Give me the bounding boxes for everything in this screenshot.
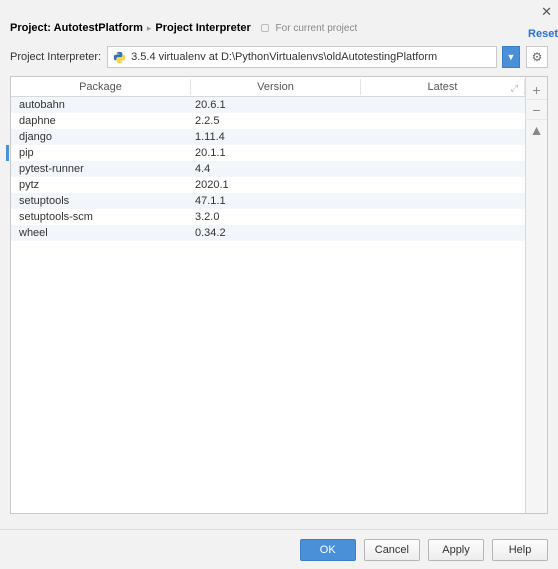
remove-package-button[interactable]: − xyxy=(527,100,547,120)
chevron-right-icon: ▸ xyxy=(147,23,152,34)
package-name: wheel xyxy=(11,227,191,239)
package-name: pytest-runner xyxy=(11,163,191,175)
package-version: 47.1.1 xyxy=(191,195,361,207)
upgrade-package-button[interactable]: ▲ xyxy=(527,120,547,140)
interpreter-select[interactable]: 3.5.4 virtualenv at D:\PythonVirtualenvs… xyxy=(107,46,497,68)
close-icon[interactable]: ✕ xyxy=(541,5,552,18)
interpreter-label: Project Interpreter: xyxy=(10,51,101,63)
package-version: 20.6.1 xyxy=(191,99,361,111)
selection-indicator xyxy=(6,145,9,161)
column-header-version[interactable]: Version xyxy=(191,79,361,95)
package-name: django xyxy=(11,131,191,143)
project-name: AutotestPlatform xyxy=(54,22,143,34)
table-row[interactable]: setuptools47.1.1 xyxy=(11,193,525,209)
column-header-package[interactable]: Package xyxy=(11,79,191,95)
ok-button[interactable]: OK xyxy=(300,539,356,561)
package-version: 0.34.2 xyxy=(191,227,361,239)
gear-icon: ⚙ xyxy=(532,50,543,64)
table-row[interactable]: autobahn20.6.1 xyxy=(11,97,525,113)
sort-arrow-icon: ⤢ xyxy=(511,83,518,94)
column-header-latest[interactable]: Latest ⤢ xyxy=(361,79,525,95)
chevron-down-icon: ▼ xyxy=(507,52,516,62)
reset-link[interactable]: Reset xyxy=(528,28,558,40)
table-row[interactable]: daphne2.2.5 xyxy=(11,113,525,129)
arrow-up-icon: ▲ xyxy=(530,122,544,138)
table-row[interactable]: pytz2020.1 xyxy=(11,177,525,193)
scope-icon xyxy=(261,24,269,32)
package-name: pip xyxy=(11,147,191,159)
package-version: 20.1.1 xyxy=(191,147,361,159)
for-current-project-label: For current project xyxy=(261,23,357,34)
python-icon xyxy=(112,50,126,64)
interpreter-value: 3.5.4 virtualenv at D:\PythonVirtualenvs… xyxy=(131,51,492,63)
package-name: autobahn xyxy=(11,99,191,111)
minus-icon: − xyxy=(532,102,540,118)
package-name: pytz xyxy=(11,179,191,191)
package-name: setuptools-scm xyxy=(11,211,191,223)
package-version: 3.2.0 xyxy=(191,211,361,223)
table-row[interactable]: setuptools-scm3.2.0 xyxy=(11,209,525,225)
project-label: Project: xyxy=(10,22,51,34)
table-row[interactable]: wheel0.34.2 xyxy=(11,225,525,241)
packages-table: Package Version Latest ⤢ autobahn20.6.1d… xyxy=(11,77,525,513)
table-row[interactable]: pytest-runner4.4 xyxy=(11,161,525,177)
help-button[interactable]: Help xyxy=(492,539,548,561)
cancel-button[interactable]: Cancel xyxy=(364,539,420,561)
settings-button[interactable]: ⚙ xyxy=(526,46,548,68)
package-name: daphne xyxy=(11,115,191,127)
table-row[interactable]: django1.11.4 xyxy=(11,129,525,145)
package-version: 4.4 xyxy=(191,163,361,175)
breadcrumb-current: Project Interpreter xyxy=(155,22,250,34)
package-version: 2020.1 xyxy=(191,179,361,191)
add-package-button[interactable]: + xyxy=(527,80,547,100)
apply-button[interactable]: Apply xyxy=(428,539,484,561)
package-version: 1.11.4 xyxy=(191,131,361,143)
interpreter-dropdown-button[interactable]: ▼ xyxy=(502,46,520,68)
plus-icon: + xyxy=(532,82,540,98)
package-version: 2.2.5 xyxy=(191,115,361,127)
table-row[interactable]: pip20.1.1 xyxy=(11,145,525,161)
package-name: setuptools xyxy=(11,195,191,207)
breadcrumb: Project: AutotestPlatform ▸ Project Inte… xyxy=(0,18,558,40)
